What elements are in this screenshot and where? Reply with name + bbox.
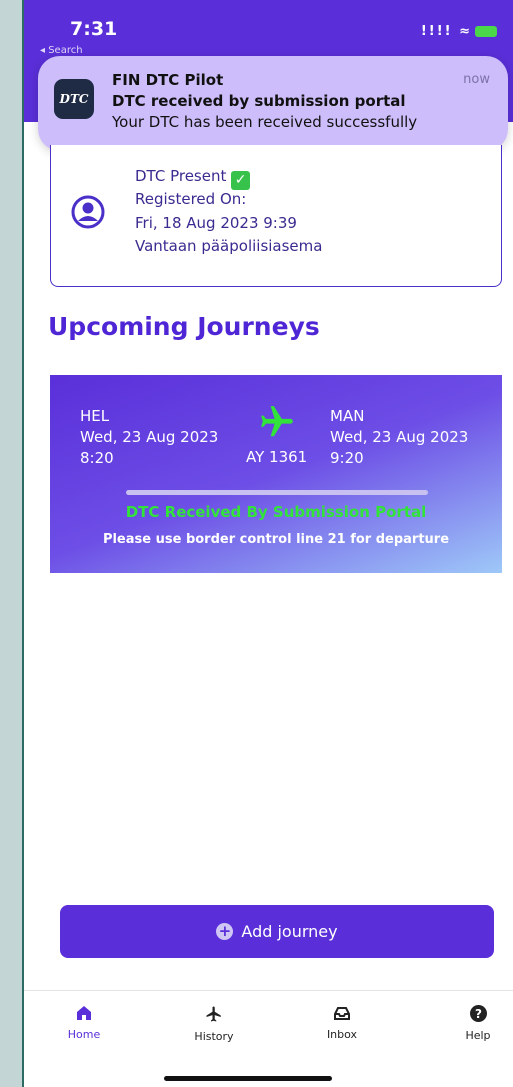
add-journey-label: Add journey xyxy=(241,922,338,941)
departure-time: 8:20 xyxy=(80,449,114,467)
svg-text:?: ? xyxy=(475,1007,482,1021)
departure-info: HEL Wed, 23 Aug 2023 8:20 xyxy=(80,406,218,469)
journey-card[interactable]: HEL Wed, 23 Aug 2023 8:20 AY 1361 MAN We… xyxy=(50,375,502,573)
section-title: Upcoming Journeys xyxy=(48,312,320,341)
notification-app-name: FIN DTC Pilot xyxy=(112,71,224,89)
notification-body: Your DTC has been received successfully xyxy=(112,113,418,131)
user-circle-icon xyxy=(71,195,105,229)
registered-date: Fri, 18 Aug 2023 9:39 xyxy=(135,214,297,232)
arrival-info: MAN Wed, 23 Aug 2023 9:20 xyxy=(330,406,468,469)
tab-help[interactable]: ? Help xyxy=(438,1005,513,1042)
arrival-code: MAN xyxy=(330,407,365,425)
app-icon: DTC xyxy=(54,79,94,119)
registration-location: Vantaan pääpoliisiasema xyxy=(135,237,323,255)
check-mark-icon: ✓ xyxy=(231,171,251,190)
battery-icon xyxy=(475,26,497,37)
airplane-icon xyxy=(206,1006,221,1022)
dtc-present-row: DTC Present ✓ xyxy=(135,167,251,190)
status-time: 7:31 xyxy=(70,18,118,40)
signal-wifi-icon: !!!! ≈ xyxy=(420,24,472,39)
dtc-status-card[interactable]: DTC Present ✓ Registered On: Fri, 18 Aug… xyxy=(50,145,502,287)
tab-inbox[interactable]: Inbox xyxy=(302,1005,382,1041)
tab-home[interactable]: Home xyxy=(44,1005,124,1041)
tab-help-label: Help xyxy=(465,1029,491,1042)
push-notification[interactable]: DTC FIN DTC Pilot DTC received by submis… xyxy=(38,56,508,151)
home-icon xyxy=(77,1006,91,1020)
home-indicator xyxy=(164,1076,332,1081)
back-to-search-link[interactable]: ◂ Search xyxy=(40,45,83,56)
departure-code: HEL xyxy=(80,407,110,425)
notification-title: DTC received by submission portal xyxy=(112,92,406,110)
inbox-icon xyxy=(334,1007,350,1020)
airplane-icon xyxy=(261,406,293,437)
status-icons: !!!! ≈ xyxy=(421,24,497,39)
phone-screen: 7:31 ◂ Search !!!! ≈ DTC FIN DTC Pilot D… xyxy=(22,0,513,1087)
tab-bar: Home History Inbox ? Help xyxy=(24,990,513,1087)
flight-number: AY 1361 xyxy=(246,448,308,466)
add-journey-button[interactable]: + Add journey xyxy=(60,905,494,958)
arrival-date: Wed, 23 Aug 2023 xyxy=(330,428,469,446)
registered-label: Registered On: xyxy=(135,190,247,208)
tab-history-label: History xyxy=(194,1030,234,1043)
tab-inbox-label: Inbox xyxy=(326,1028,358,1041)
status-bar: 7:31 ◂ Search !!!! ≈ xyxy=(24,0,513,60)
tab-history[interactable]: History xyxy=(174,1005,254,1043)
departure-date: Wed, 23 Aug 2023 xyxy=(80,428,219,446)
plus-icon: + xyxy=(216,923,234,940)
journey-note: Please use border control line 21 for de… xyxy=(102,532,450,547)
journey-progress-bar xyxy=(126,490,428,495)
help-icon: ? xyxy=(469,1005,487,1022)
journey-status: DTC Received By Submission Portal xyxy=(125,503,427,521)
dtc-present-label: DTC Present xyxy=(135,167,227,185)
notification-time: now xyxy=(463,72,490,87)
tab-home-label: Home xyxy=(67,1028,101,1041)
arrival-time: 9:20 xyxy=(330,449,364,467)
